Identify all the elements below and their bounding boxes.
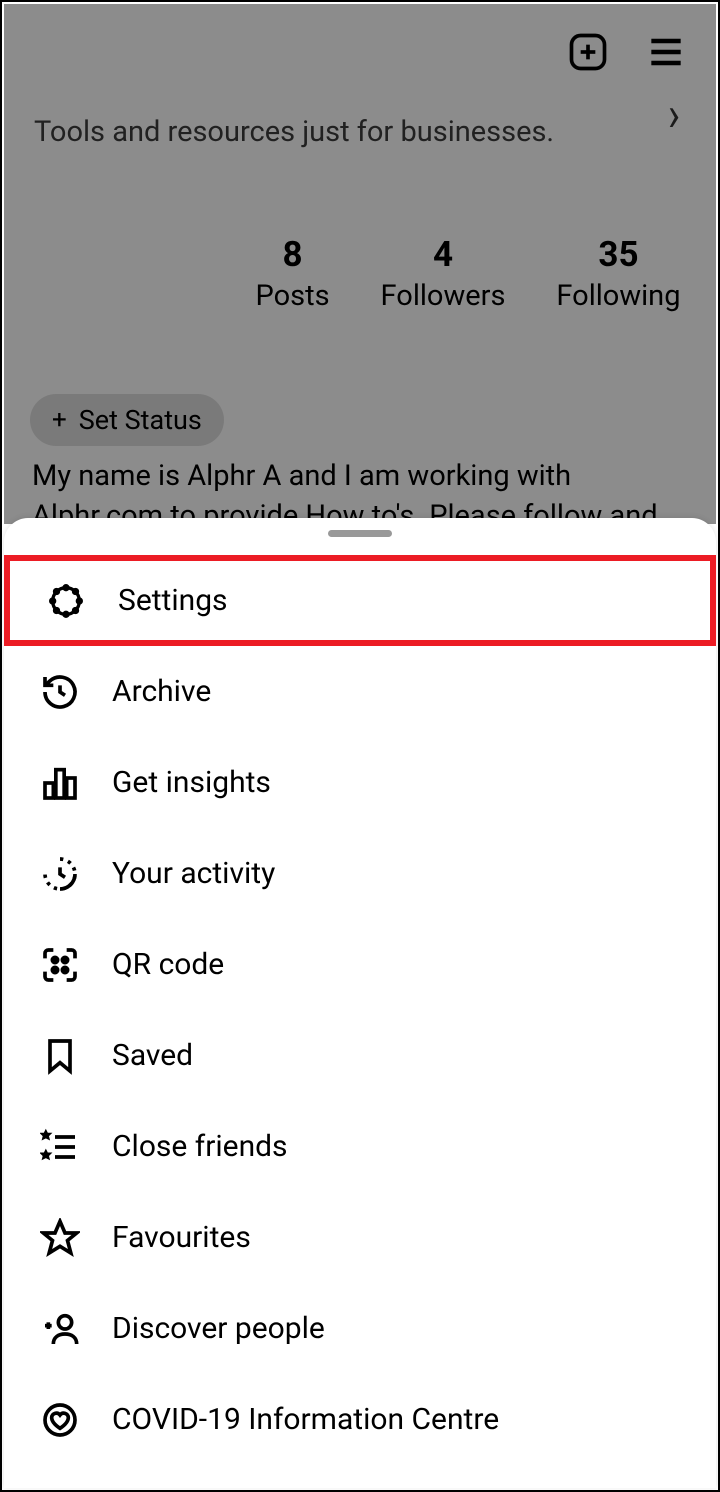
plus-icon: + (52, 405, 67, 435)
menu-label: Your activity (112, 856, 275, 891)
menu-icon (644, 30, 688, 74)
menu-label: Saved (112, 1038, 193, 1073)
following-label: Following (556, 279, 680, 313)
menu-list: Settings Archive (4, 537, 716, 1465)
star-icon (38, 1216, 82, 1260)
menu-label: Archive (112, 674, 211, 709)
menu-item-covid[interactable]: COVID-19 Information Centre (4, 1374, 716, 1465)
followers-stat[interactable]: 4 Followers (381, 234, 506, 313)
posts-stat[interactable]: 8 Posts (255, 234, 329, 313)
business-tools-banner[interactable]: Tools and resources just for businesses.… (4, 102, 716, 162)
following-count: 35 (556, 234, 680, 275)
menu-label: Close friends (112, 1129, 288, 1164)
menu-item-archive[interactable]: Archive (4, 646, 716, 737)
menu-item-qr[interactable]: QR code (4, 919, 716, 1010)
profile-stats-row: 8 Posts 4 Followers 35 Following (4, 164, 716, 382)
username-area[interactable] (32, 13, 380, 91)
create-button[interactable] (566, 30, 610, 74)
gear-icon (44, 579, 88, 623)
menu-item-discover[interactable]: Discover people (4, 1283, 716, 1374)
menu-item-favourites[interactable]: Favourites (4, 1192, 716, 1283)
stats-container: 8 Posts 4 Followers 35 Following (220, 164, 716, 382)
menu-label: Discover people (112, 1311, 325, 1346)
profile-picture[interactable] (14, 164, 220, 382)
chevron-right-icon: › (668, 86, 680, 142)
header-actions (566, 30, 688, 74)
menu-label: COVID-19 Information Centre (112, 1402, 499, 1437)
plus-square-icon (566, 30, 610, 74)
archive-icon (38, 670, 82, 714)
set-status-button[interactable]: + Set Status (30, 394, 224, 446)
menu-item-saved[interactable]: Saved (4, 1010, 716, 1101)
menu-item-close-friends[interactable]: Close friends (4, 1101, 716, 1192)
menu-label: Settings (118, 583, 228, 618)
hamburger-menu-button[interactable] (644, 30, 688, 74)
menu-item-settings[interactable]: Settings (4, 555, 716, 646)
bar-chart-icon (38, 761, 82, 805)
followers-label: Followers (381, 279, 506, 313)
bookmark-icon (38, 1034, 82, 1078)
set-status-label: Set Status (79, 404, 202, 436)
menu-item-insights[interactable]: Get insights (4, 737, 716, 828)
sheet-grabber[interactable] (328, 530, 392, 537)
menu-label: Get insights (112, 765, 271, 800)
bottom-sheet: Settings Archive (4, 518, 716, 1488)
followers-count: 4 (381, 234, 506, 275)
following-stat[interactable]: 35 Following (556, 234, 680, 313)
heart-info-icon (38, 1398, 82, 1442)
menu-item-activity[interactable]: Your activity (4, 828, 716, 919)
menu-label: QR code (112, 947, 224, 982)
app-screen: Tools and resources just for businesses.… (0, 0, 720, 1492)
banner-text: Tools and resources just for businesses. (34, 115, 554, 149)
add-person-icon (38, 1307, 82, 1351)
profile-header (4, 4, 716, 100)
posts-label: Posts (255, 279, 329, 313)
qr-code-icon (38, 943, 82, 987)
menu-label: Favourites (112, 1220, 251, 1255)
activity-icon (38, 852, 82, 896)
list-star-icon (38, 1125, 82, 1169)
posts-count: 8 (255, 234, 329, 275)
